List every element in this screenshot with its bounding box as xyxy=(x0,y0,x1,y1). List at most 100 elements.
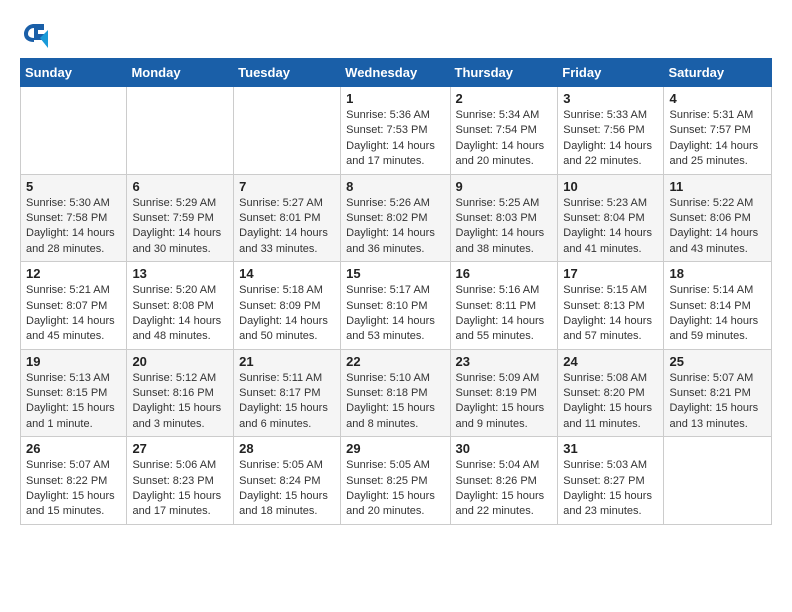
day-number: 30 xyxy=(456,441,553,456)
day-cell-28: 28 Sunrise: 5:05 AM Sunset: 8:24 PM Dayli… xyxy=(234,437,341,525)
day-number: 27 xyxy=(132,441,228,456)
day-number: 26 xyxy=(26,441,121,456)
day-cell-2: 2 Sunrise: 5:34 AM Sunset: 7:54 PM Daylig… xyxy=(450,87,558,175)
day-cell-31: 31Sunrise: 5:03 AM Sunset: 8:27 PM Dayli… xyxy=(558,437,664,525)
day-cell-6: 6 Sunrise: 5:29 AM Sunset: 7:59 PM Daylig… xyxy=(127,174,234,262)
day-number: 29 xyxy=(346,441,444,456)
day-cell-11: 11 Sunrise: 5:22 AM Sunset: 8:06 PM Dayli… xyxy=(664,174,772,262)
day-number: 2 xyxy=(456,91,553,106)
weekday-header-friday: Friday xyxy=(558,59,664,87)
day-info: Sunrise: 5:20 AM Sunset: 8:08 PM Dayligh… xyxy=(132,283,228,345)
weekday-header-wednesday: Wednesday xyxy=(341,59,450,87)
empty-cell xyxy=(21,87,127,175)
logo-icon xyxy=(20,20,48,48)
day-cell-14: 14 Sunrise: 5:18 AM Sunset: 8:09 PM Dayli… xyxy=(234,262,341,350)
day-number: 13 xyxy=(132,266,228,281)
day-number: 20 xyxy=(132,354,228,369)
week-row-4: 19Sunrise: 5:13 AM Sunset: 8:15 PM Dayli… xyxy=(21,349,772,437)
day-number: 5 xyxy=(26,179,121,194)
day-number: 8 xyxy=(346,179,444,194)
day-info: Sunrise: 5:27 AM Sunset: 8:01 PM Dayligh… xyxy=(239,196,335,258)
day-cell-10: 10 Sunrise: 5:23 AM Sunset: 8:04 PM Dayli… xyxy=(558,174,664,262)
day-cell-22: 22 Sunrise: 5:10 AM Sunset: 8:18 PM Dayli… xyxy=(341,349,450,437)
calendar-table: SundayMondayTuesdayWednesdayThursdayFrid… xyxy=(20,58,772,525)
week-row-1: 1Sunrise: 5:36 AM Sunset: 7:53 PM Daylig… xyxy=(21,87,772,175)
weekday-header-monday: Monday xyxy=(127,59,234,87)
day-info: Sunrise: 5:18 AM Sunset: 8:09 PM Dayligh… xyxy=(239,283,335,345)
day-number: 22 xyxy=(346,354,444,369)
day-info: Sunrise: 5:08 AM Sunset: 8:20 PM Dayligh… xyxy=(563,371,658,433)
day-info: Sunrise: 5:03 AM Sunset: 8:27 PM Dayligh… xyxy=(563,458,658,520)
day-info: Sunrise: 5:22 AM Sunset: 8:06 PM Dayligh… xyxy=(669,196,766,258)
day-cell-27: 27 Sunrise: 5:06 AM Sunset: 8:23 PM Dayli… xyxy=(127,437,234,525)
day-number: 1 xyxy=(346,91,444,106)
day-cell-8: 8 Sunrise: 5:26 AM Sunset: 8:02 PM Daylig… xyxy=(341,174,450,262)
day-cell-9: 9 Sunrise: 5:25 AM Sunset: 8:03 PM Daylig… xyxy=(450,174,558,262)
weekday-header-row: SundayMondayTuesdayWednesdayThursdayFrid… xyxy=(21,59,772,87)
day-number: 28 xyxy=(239,441,335,456)
day-cell-21: 21 Sunrise: 5:11 AM Sunset: 8:17 PM Dayli… xyxy=(234,349,341,437)
day-info: Sunrise: 5:23 AM Sunset: 8:04 PM Dayligh… xyxy=(563,196,658,258)
day-cell-15: 15 Sunrise: 5:17 AM Sunset: 8:10 PM Dayli… xyxy=(341,262,450,350)
day-info: Sunrise: 5:07 AM Sunset: 8:21 PM Dayligh… xyxy=(669,371,766,433)
day-number: 12 xyxy=(26,266,121,281)
day-info: Sunrise: 5:25 AM Sunset: 8:03 PM Dayligh… xyxy=(456,196,553,258)
day-number: 11 xyxy=(669,179,766,194)
weekday-header-thursday: Thursday xyxy=(450,59,558,87)
day-cell-18: 18 Sunrise: 5:14 AM Sunset: 8:14 PM Dayli… xyxy=(664,262,772,350)
day-number: 7 xyxy=(239,179,335,194)
day-cell-24: 24 Sunrise: 5:08 AM Sunset: 8:20 PM Dayli… xyxy=(558,349,664,437)
day-info: Sunrise: 5:10 AM Sunset: 8:18 PM Dayligh… xyxy=(346,371,444,433)
day-cell-1: 1Sunrise: 5:36 AM Sunset: 7:53 PM Daylig… xyxy=(341,87,450,175)
day-info: Sunrise: 5:04 AM Sunset: 8:26 PM Dayligh… xyxy=(456,458,553,520)
day-cell-25: 25 Sunrise: 5:07 AM Sunset: 8:21 PM Dayli… xyxy=(664,349,772,437)
day-number: 15 xyxy=(346,266,444,281)
day-info: Sunrise: 5:30 AM Sunset: 7:58 PM Dayligh… xyxy=(26,196,121,258)
day-number: 21 xyxy=(239,354,335,369)
day-number: 17 xyxy=(563,266,658,281)
day-number: 18 xyxy=(669,266,766,281)
day-number: 4 xyxy=(669,91,766,106)
day-info: Sunrise: 5:26 AM Sunset: 8:02 PM Dayligh… xyxy=(346,196,444,258)
day-info: Sunrise: 5:34 AM Sunset: 7:54 PM Dayligh… xyxy=(456,108,553,170)
day-info: Sunrise: 5:15 AM Sunset: 8:13 PM Dayligh… xyxy=(563,283,658,345)
day-cell-3: 3Sunrise: 5:33 AM Sunset: 7:56 PM Daylig… xyxy=(558,87,664,175)
week-row-3: 12 Sunrise: 5:21 AM Sunset: 8:07 PM Dayli… xyxy=(21,262,772,350)
day-cell-17: 17 Sunrise: 5:15 AM Sunset: 8:13 PM Dayli… xyxy=(558,262,664,350)
day-number: 25 xyxy=(669,354,766,369)
day-cell-26: 26 Sunrise: 5:07 AM Sunset: 8:22 PM Dayli… xyxy=(21,437,127,525)
day-info: Sunrise: 5:31 AM Sunset: 7:57 PM Dayligh… xyxy=(669,108,766,170)
day-info: Sunrise: 5:13 AM Sunset: 8:15 PM Dayligh… xyxy=(26,371,121,433)
day-cell-30: 30 Sunrise: 5:04 AM Sunset: 8:26 PM Dayli… xyxy=(450,437,558,525)
day-info: Sunrise: 5:11 AM Sunset: 8:17 PM Dayligh… xyxy=(239,371,335,433)
day-info: Sunrise: 5:29 AM Sunset: 7:59 PM Dayligh… xyxy=(132,196,228,258)
weekday-header-tuesday: Tuesday xyxy=(234,59,341,87)
day-cell-13: 13 Sunrise: 5:20 AM Sunset: 8:08 PM Dayli… xyxy=(127,262,234,350)
day-info: Sunrise: 5:06 AM Sunset: 8:23 PM Dayligh… xyxy=(132,458,228,520)
day-info: Sunrise: 5:09 AM Sunset: 8:19 PM Dayligh… xyxy=(456,371,553,433)
day-info: Sunrise: 5:07 AM Sunset: 8:22 PM Dayligh… xyxy=(26,458,121,520)
day-info: Sunrise: 5:21 AM Sunset: 8:07 PM Dayligh… xyxy=(26,283,121,345)
day-cell-16: 16Sunrise: 5:16 AM Sunset: 8:11 PM Dayli… xyxy=(450,262,558,350)
empty-cell xyxy=(234,87,341,175)
day-cell-20: 20Sunrise: 5:12 AM Sunset: 8:16 PM Dayli… xyxy=(127,349,234,437)
day-number: 10 xyxy=(563,179,658,194)
day-number: 24 xyxy=(563,354,658,369)
day-info: Sunrise: 5:14 AM Sunset: 8:14 PM Dayligh… xyxy=(669,283,766,345)
empty-cell xyxy=(127,87,234,175)
day-number: 14 xyxy=(239,266,335,281)
page-header xyxy=(20,20,772,48)
day-info: Sunrise: 5:05 AM Sunset: 8:24 PM Dayligh… xyxy=(239,458,335,520)
day-cell-12: 12 Sunrise: 5:21 AM Sunset: 8:07 PM Dayli… xyxy=(21,262,127,350)
day-number: 16 xyxy=(456,266,553,281)
day-cell-5: 5 Sunrise: 5:30 AM Sunset: 7:58 PM Daylig… xyxy=(21,174,127,262)
day-number: 3 xyxy=(563,91,658,106)
day-number: 23 xyxy=(456,354,553,369)
day-cell-29: 29Sunrise: 5:05 AM Sunset: 8:25 PM Dayli… xyxy=(341,437,450,525)
day-info: Sunrise: 5:17 AM Sunset: 8:10 PM Dayligh… xyxy=(346,283,444,345)
day-number: 6 xyxy=(132,179,228,194)
day-cell-4: 4 Sunrise: 5:31 AM Sunset: 7:57 PM Daylig… xyxy=(664,87,772,175)
day-number: 9 xyxy=(456,179,553,194)
week-row-2: 5 Sunrise: 5:30 AM Sunset: 7:58 PM Daylig… xyxy=(21,174,772,262)
week-row-5: 26 Sunrise: 5:07 AM Sunset: 8:22 PM Dayli… xyxy=(21,437,772,525)
